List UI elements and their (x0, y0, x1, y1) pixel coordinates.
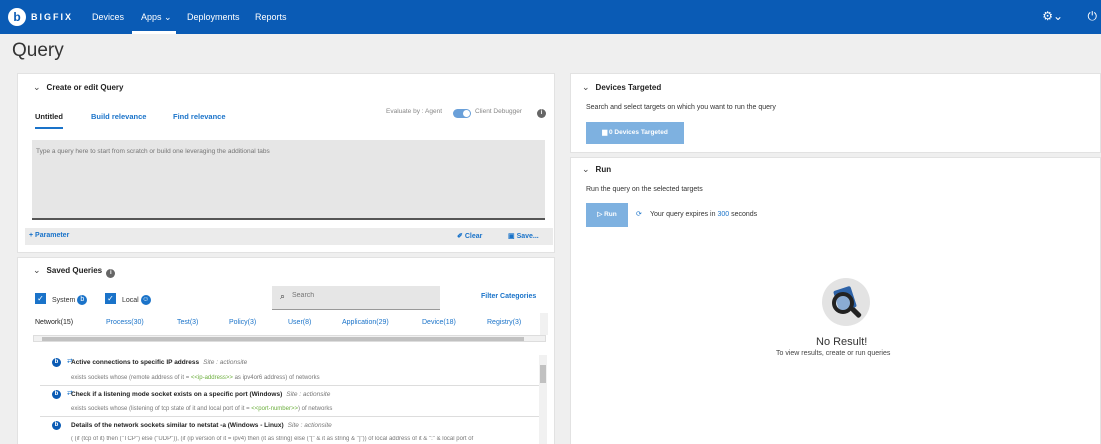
query-title[interactable]: Active connections to specific IP addres… (71, 359, 247, 366)
saved-queries-header[interactable]: ⌄ Saved Queries i (33, 265, 116, 278)
category-tab-policy[interactable]: Policy(3) (229, 319, 256, 326)
system-checkbox[interactable]: ✓ (35, 293, 46, 304)
devices-targeted-header[interactable]: ⌄ Devices Targeted (582, 82, 661, 93)
tab-find-relevance[interactable]: Find relevance (173, 112, 226, 121)
active-tab-indicator (35, 127, 63, 129)
run-description: Run the query on the selected targets (586, 186, 703, 193)
page-title: Query (12, 40, 64, 61)
editor-header[interactable]: ⌄ Create or edit Query (33, 82, 123, 93)
category-tab-application[interactable]: Application(29) (342, 319, 389, 326)
client-debugger-label: Client Debugger (475, 108, 522, 115)
refresh-icon[interactable]: ⟳ (636, 210, 642, 218)
gear-icon[interactable]: ⚙⌄ (1042, 9, 1063, 23)
devices-targeted-button[interactable]: ▆ 0 Devices Targeted (586, 122, 684, 144)
query-input[interactable] (32, 140, 545, 218)
list-divider (40, 385, 545, 386)
editor-toolbar: + Parameter ✐ Clear ▣ Save... (25, 228, 553, 245)
category-tab-test[interactable]: Test(3) (177, 319, 198, 326)
nav-active-indicator (132, 31, 176, 34)
filter-categories-button[interactable]: Filter Categories (481, 293, 536, 300)
category-tab-user[interactable]: User(8) (288, 319, 311, 326)
query-editor[interactable] (32, 140, 545, 220)
list-divider (40, 416, 545, 417)
clear-button[interactable]: ✐ Clear (457, 232, 482, 240)
system-icon: b (77, 295, 88, 305)
brand-name: BIGFIX (31, 12, 74, 22)
top-bar: b BIGFIX Devices Apps ⌄ Deployments Repo… (0, 0, 1101, 34)
search-box[interactable]: ⌕ (272, 286, 440, 310)
category-scrollbar[interactable] (540, 313, 548, 335)
local-checkbox[interactable]: ✓ (105, 293, 116, 304)
tab-build-relevance[interactable]: Build relevance (91, 112, 146, 121)
local-user-icon: ☺ (140, 295, 151, 305)
add-parameter-button[interactable]: + Parameter (29, 232, 69, 239)
power-icon[interactable]: ⏻ (1088, 9, 1098, 24)
no-result-title: No Result! (816, 336, 868, 348)
logo-mark-icon: b (8, 8, 26, 26)
system-label: System b (52, 295, 88, 305)
category-tab-network[interactable]: Network(15) (35, 319, 73, 326)
bigfix-logo[interactable]: b BIGFIX (8, 8, 73, 26)
bigfix-site-icon: b (52, 358, 61, 367)
chevron-down-icon: ⌄ (33, 265, 41, 275)
devices-icon: ▆ (602, 129, 610, 136)
category-horizontal-scrollbar[interactable] (33, 335, 546, 342)
query-title[interactable]: Check if a listening mode socket exists … (71, 391, 330, 398)
query-expiry-text: Your query expires in 300 seconds (650, 211, 758, 218)
local-label: Local ☺ (122, 295, 151, 305)
bigfix-site-icon: b (52, 390, 61, 399)
nav-apps[interactable]: Apps ⌄ (141, 12, 172, 23)
query-expression: ( (if (tcp of it) then ("TCP") else ("UD… (71, 436, 474, 442)
save-button[interactable]: ▣ Save... (508, 232, 539, 240)
query-title[interactable]: Details of the network sockets similar t… (71, 422, 332, 429)
no-result-subtitle: To view results, create or run queries (776, 350, 891, 357)
save-icon: ▣ (508, 233, 517, 240)
category-tab-registry[interactable]: Registry(3) (487, 319, 521, 326)
nav-devices[interactable]: Devices (92, 12, 124, 22)
bigfix-site-icon: b (52, 421, 61, 430)
query-list-scrollbar[interactable] (539, 355, 547, 444)
eraser-icon: ✐ (457, 233, 465, 240)
targets-description: Search and select targets on which you w… (586, 104, 776, 111)
tab-untitled[interactable]: Untitled (35, 112, 63, 121)
category-tab-process[interactable]: Process(30) (106, 319, 144, 326)
query-expression: exists sockets whose (listening of tcp s… (71, 406, 333, 412)
nav-deployments[interactable]: Deployments (187, 12, 240, 22)
query-expression: exists sockets whose (remote address of … (71, 375, 320, 381)
client-debugger-toggle[interactable] (453, 109, 471, 118)
search-input[interactable] (292, 292, 432, 299)
chevron-down-icon: ⌄ (582, 82, 590, 92)
scrollbar-thumb[interactable] (540, 365, 546, 383)
nav-reports[interactable]: Reports (255, 12, 287, 22)
chevron-down-icon: ⌄ (582, 164, 590, 174)
evaluate-by-label: Evaluate by : Agent (386, 108, 443, 115)
info-icon[interactable]: i (537, 109, 546, 118)
category-tab-device[interactable]: Device(18) (422, 319, 456, 326)
run-button[interactable]: ▷ Run (586, 203, 628, 227)
run-header[interactable]: ⌄ Run (582, 164, 611, 175)
scrollbar-thumb[interactable] (42, 337, 524, 341)
chevron-down-icon: ⌄ (33, 82, 41, 92)
no-result-icon (822, 278, 870, 326)
search-icon: ⌕ (280, 291, 286, 301)
